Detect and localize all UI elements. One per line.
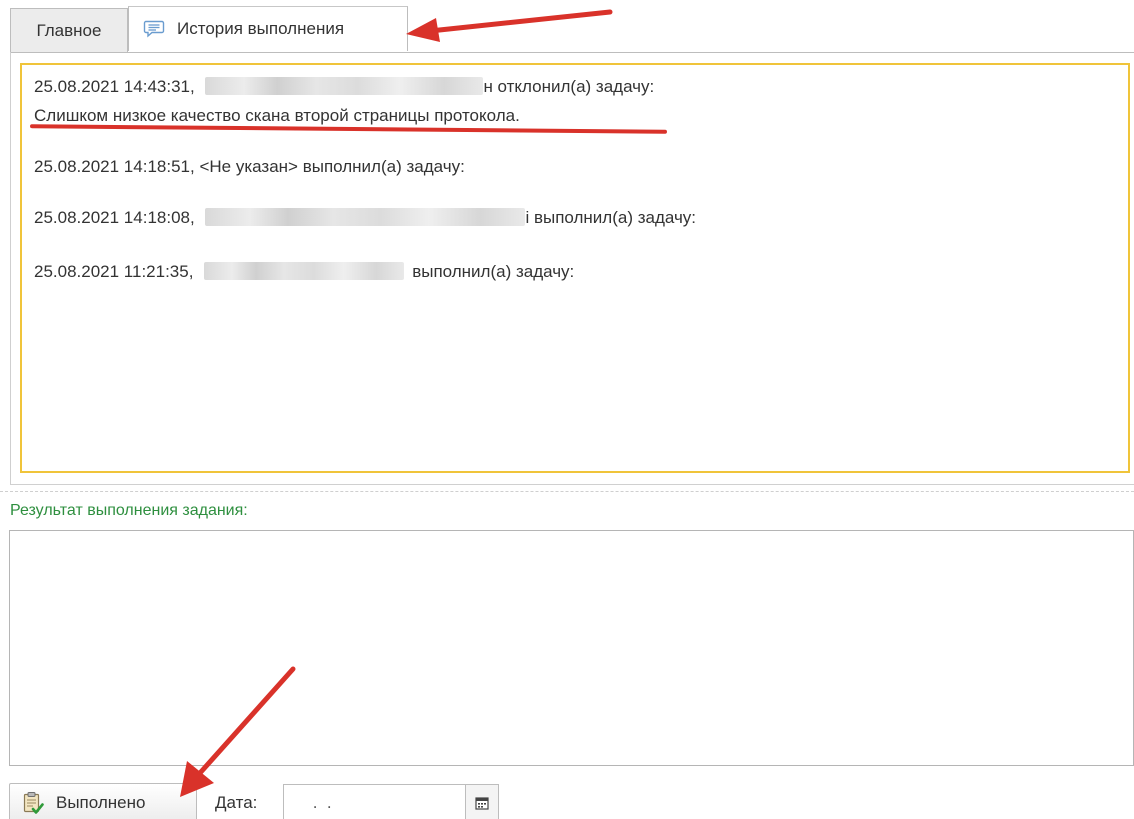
entry-comment: Слишком низкое качество скана второй стр… — [34, 106, 520, 125]
entry-timestamp: 25.08.2021 14:18:51, — [34, 157, 195, 176]
history-entry: 25.08.2021 11:21:35, выполнил(а) задачу: — [34, 262, 574, 282]
clipboard-check-icon — [23, 792, 44, 814]
entry-user-tail: н — [483, 77, 493, 96]
tab-main[interactable]: Главное — [10, 8, 128, 52]
tab-main-label: Главное — [36, 20, 102, 40]
tab-history[interactable]: История выполнения — [128, 6, 408, 51]
done-button-label: Выполнено — [56, 793, 146, 812]
tab-divider — [10, 52, 1134, 53]
entry-action: выполнил(а) задачу: — [529, 208, 697, 227]
comment-icon — [143, 20, 165, 38]
tab-history-label: История выполнения — [177, 19, 345, 38]
history-log[interactable]: 25.08.2021 14:43:31, н отклонил(а) задач… — [20, 63, 1130, 473]
calendar-button[interactable] — [465, 784, 499, 819]
redacted-user — [205, 77, 484, 95]
history-entry: 25.08.2021 14:18:51, <Не указан> выполни… — [34, 157, 465, 177]
entry-timestamp: 25.08.2021 14:18:08, — [34, 208, 195, 227]
result-label: Результат выполнения задания: — [10, 502, 248, 519]
entry-timestamp: 25.08.2021 14:43:31, — [34, 77, 195, 96]
entry-action: выполнил(а) задачу: — [302, 157, 465, 176]
history-entry: 25.08.2021 14:18:08, і выполнил(а) задач… — [34, 208, 696, 228]
redacted-user — [205, 208, 526, 226]
date-label: Дата: — [215, 793, 258, 812]
panel-border — [10, 484, 1134, 485]
entry-action: отклонил(а) задачу: — [492, 77, 655, 96]
annotation-arrow — [406, 9, 613, 42]
calendar-icon — [475, 797, 489, 810]
section-divider — [0, 491, 1134, 492]
entry-timestamp: 25.08.2021 11:21:35, — [34, 262, 194, 281]
panel-border — [10, 52, 11, 484]
result-textarea[interactable] — [9, 530, 1134, 766]
redacted-user — [204, 262, 405, 280]
done-button[interactable]: Выполнено — [9, 783, 197, 819]
entry-user: <Не указан> — [199, 157, 298, 176]
history-entry: 25.08.2021 14:43:31, н отклонил(а) задач… — [34, 77, 654, 97]
date-input[interactable] — [283, 784, 465, 819]
entry-action: выполнил(а) задачу: — [412, 262, 575, 281]
